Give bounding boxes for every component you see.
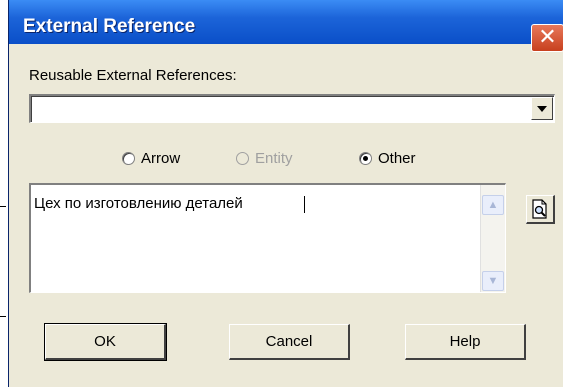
text-caret [304,196,305,213]
magnifier-document-icon [532,199,547,219]
dialog-title: External Reference [23,16,196,37]
ok-button-label: OK [94,333,116,350]
reference-text: Цех по изготовлению деталей [34,195,243,212]
scroll-down-icon[interactable]: ▼ [482,271,504,291]
reusable-references-label: Reusable External References: [29,67,237,84]
scroll-up-icon[interactable]: ▲ [482,195,504,215]
cancel-button[interactable]: Cancel [229,324,350,360]
radio-other[interactable]: Other [359,150,416,167]
radio-entity-label: Entity [255,150,293,167]
reference-text-area[interactable]: Цех по изготовлению деталей ▲ ▼ [29,183,506,293]
external-reference-dialog: External Reference ✕ Reusable External R… [8,0,563,387]
title-bar[interactable]: External Reference ✕ [9,0,563,52]
vertical-scrollbar[interactable]: ▲ ▼ [480,185,505,292]
browse-button[interactable] [526,195,555,224]
edge-mark [0,316,6,317]
radio-arrow-circle[interactable] [122,152,135,165]
help-button[interactable]: Help [405,324,526,360]
radio-entity: Entity [236,150,293,167]
dropdown-arrow-button[interactable] [531,97,553,120]
radio-entity-circle [236,152,249,165]
cancel-button-label: Cancel [265,333,313,350]
ok-button[interactable]: OK [44,323,167,361]
radio-other-label: Other [378,150,416,167]
radio-arrow-label: Arrow [141,150,181,167]
reusable-references-combobox[interactable] [29,94,555,123]
chevron-down-icon [537,105,547,112]
radio-other-circle[interactable] [359,152,372,165]
help-button-label: Help [449,333,481,350]
close-icon[interactable]: ✕ [531,24,563,52]
radio-arrow[interactable]: Arrow [122,150,180,167]
edge-mark [0,206,6,207]
